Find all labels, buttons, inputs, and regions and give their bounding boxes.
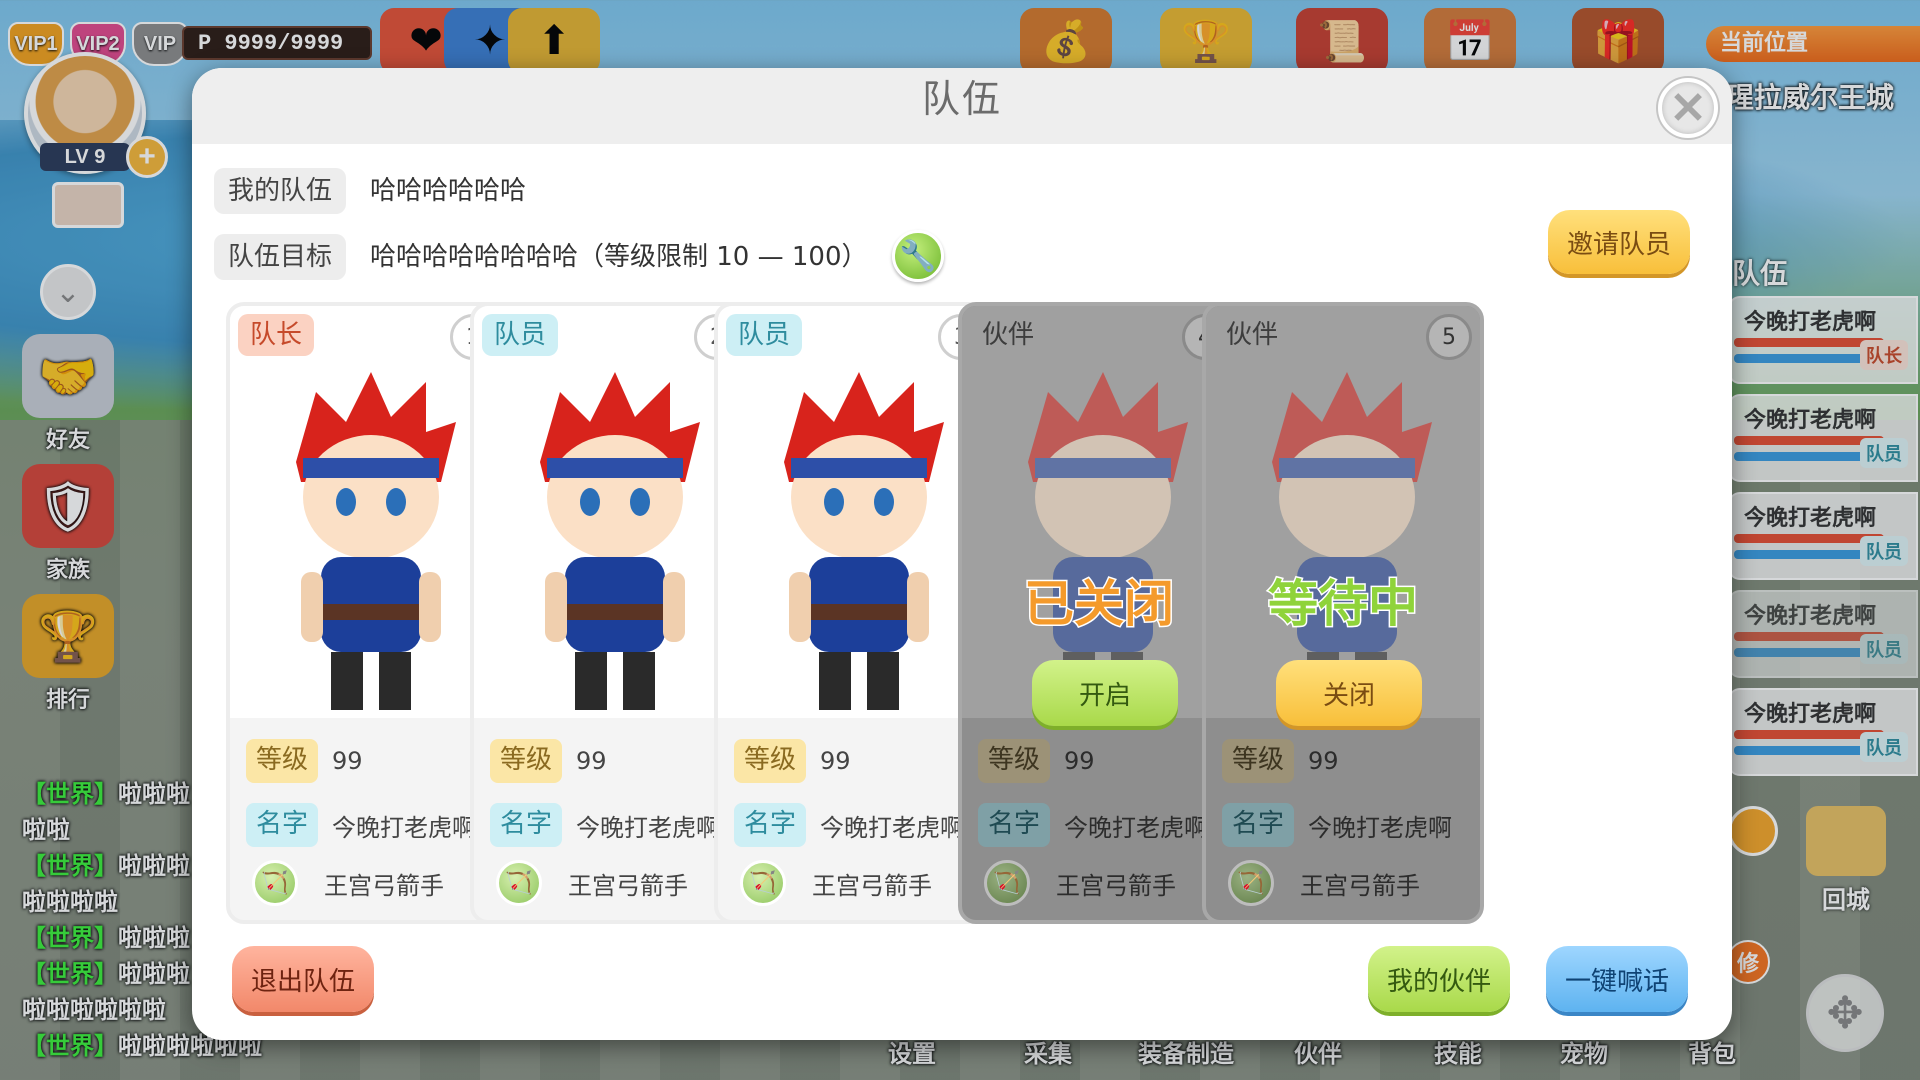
level-value: 99 — [1064, 747, 1095, 775]
one-click-shout-button[interactable]: 一键喊话 — [1546, 946, 1688, 1012]
bow-class-icon: 🏹 — [496, 860, 542, 906]
name-row: 名字 今晚打老虎啊 — [1222, 802, 1452, 848]
level-row: 等级 99 — [734, 738, 851, 784]
level-label: 等级 — [1222, 739, 1295, 783]
name-row: 名字 今晚打老虎啊 — [490, 802, 720, 848]
team-goal-label: 队伍目标 — [214, 234, 347, 280]
character-portrait — [1206, 306, 1480, 718]
team-slot-5[interactable]: 伙伴 5 等待中 关闭 等级 99 名字 今晚打老虎啊 🏹 王宫弓箭手 — [1202, 302, 1484, 924]
character-portrait — [230, 306, 504, 718]
name-value: 今晚打老虎啊 — [820, 813, 965, 842]
class-row: 🏹 王宫弓箭手 — [740, 860, 932, 906]
bow-class-icon: 🏹 — [252, 860, 298, 906]
level-label: 等级 — [490, 739, 563, 783]
name-label: 名字 — [734, 803, 807, 847]
level-row: 等级 99 — [978, 738, 1095, 784]
close-button[interactable]: ✕ — [1658, 78, 1718, 138]
class-value: 王宫弓箭手 — [1300, 871, 1420, 900]
role-tag: 队长 — [238, 314, 315, 356]
name-value: 今晚打老虎啊 — [332, 813, 477, 842]
name-label: 名字 — [490, 803, 563, 847]
role-tag: 队员 — [482, 314, 559, 356]
level-value: 99 — [820, 747, 851, 775]
level-label: 等级 — [978, 739, 1051, 783]
class-value: 王宫弓箭手 — [324, 871, 444, 900]
role-tag: 伙伴 — [982, 320, 1035, 350]
role-tag: 伙伴 — [1226, 320, 1279, 350]
character-portrait — [474, 306, 748, 718]
class-value: 王宫弓箭手 — [1056, 871, 1176, 900]
slot-status: 等待中 — [1267, 574, 1420, 635]
team-slot-2[interactable]: 队员 2 等级 99 名字 今晚打老虎啊 🏹 王宫弓箭手 — [470, 302, 752, 924]
role-tag: 队员 — [726, 314, 803, 356]
my-team-label: 我的队伍 — [214, 168, 347, 214]
my-team-value: 哈哈哈哈哈哈 — [370, 176, 527, 206]
class-value: 王宫弓箭手 — [812, 871, 932, 900]
level-row: 等级 99 — [246, 738, 363, 784]
class-row: 🏹 王宫弓箭手 — [496, 860, 688, 906]
edit-goal-wrench-icon[interactable]: 🔧 — [892, 230, 944, 282]
team-dialog: 队伍 ✕ 我的队伍 哈哈哈哈哈哈 队伍目标 哈哈哈哈哈哈哈哈（等级限制 10 —… — [192, 68, 1732, 1040]
team-slot-1[interactable]: 队长 1 等级 99 名字 今晚打老虎啊 🏹 王宫弓箭手 — [226, 302, 508, 924]
level-value: 99 — [1308, 747, 1339, 775]
character-sprite — [540, 372, 700, 710]
team-slot-3[interactable]: 队员 3 等级 99 名字 今晚打老虎啊 🏹 王宫弓箭手 — [714, 302, 996, 924]
name-row: 名字 今晚打老虎啊 — [978, 802, 1208, 848]
name-label: 名字 — [1222, 803, 1295, 847]
bow-class-icon: 🏹 — [984, 860, 1030, 906]
dialog-title: 队伍 — [921, 77, 1002, 121]
character-portrait — [718, 306, 992, 718]
name-row: 名字 今晚打老虎啊 — [734, 802, 964, 848]
level-value: 99 — [576, 747, 607, 775]
team-goal-value: 哈哈哈哈哈哈哈哈（等级限制 10 — 100） — [370, 242, 868, 272]
close-slot-button[interactable]: 关闭 — [1276, 660, 1422, 726]
character-sprite — [784, 372, 944, 710]
class-value: 王宫弓箭手 — [568, 871, 688, 900]
level-row: 等级 99 — [1222, 738, 1339, 784]
my-partners-button[interactable]: 我的伙伴 — [1368, 946, 1510, 1012]
name-label: 名字 — [246, 803, 319, 847]
name-value: 今晚打老虎啊 — [1308, 813, 1453, 842]
team-slot-4[interactable]: 伙伴 4 已关闭 开启 等级 99 名字 今晚打老虎啊 🏹 王宫弓箭手 — [958, 302, 1240, 924]
slot-status: 已关闭 — [1023, 574, 1176, 635]
slot-number: 5 — [1426, 314, 1472, 360]
name-value: 今晚打老虎啊 — [576, 813, 721, 842]
open-slot-button[interactable]: 开启 — [1032, 660, 1178, 726]
level-label: 等级 — [246, 739, 319, 783]
class-row: 🏹 王宫弓箭手 — [252, 860, 444, 906]
character-sprite — [296, 372, 456, 710]
class-row: 🏹 王宫弓箭手 — [984, 860, 1176, 906]
name-value: 今晚打老虎啊 — [1064, 813, 1209, 842]
level-value: 99 — [332, 747, 363, 775]
character-portrait — [962, 306, 1236, 718]
class-row: 🏹 王宫弓箭手 — [1228, 860, 1420, 906]
leave-team-button[interactable]: 退出队伍 — [232, 946, 374, 1012]
invite-member-button[interactable]: 邀请队员 — [1548, 210, 1690, 274]
bow-class-icon: 🏹 — [740, 860, 786, 906]
level-label: 等级 — [734, 739, 807, 783]
level-row: 等级 99 — [490, 738, 607, 784]
name-row: 名字 今晚打老虎啊 — [246, 802, 476, 848]
bow-class-icon: 🏹 — [1228, 860, 1274, 906]
name-label: 名字 — [978, 803, 1051, 847]
